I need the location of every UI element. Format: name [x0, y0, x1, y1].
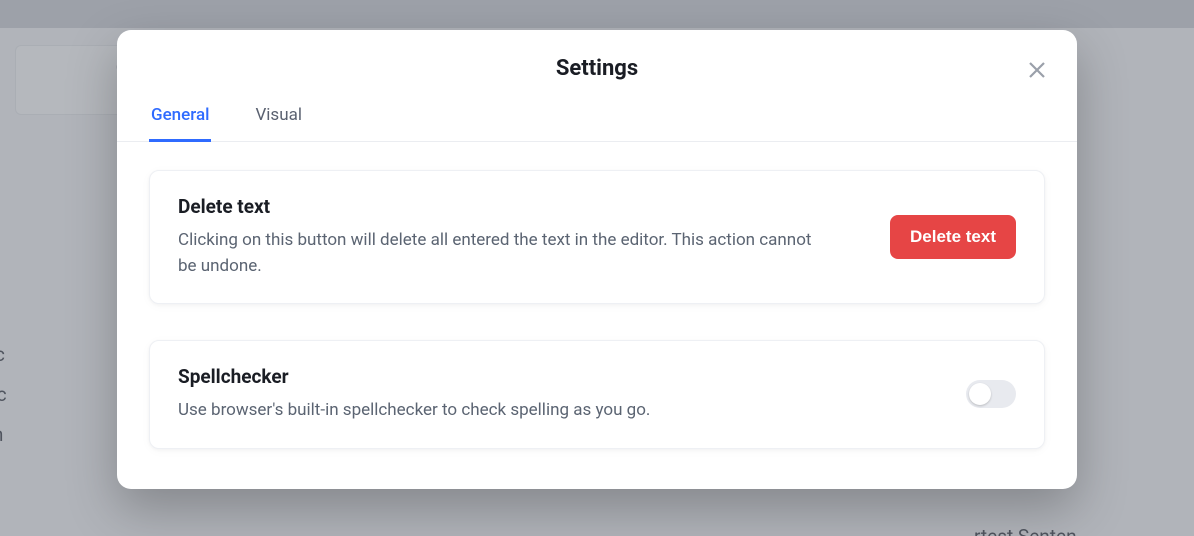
spellchecker-info: Spellchecker Use browser's built-in spel… — [178, 365, 938, 424]
tab-general[interactable]: General — [149, 105, 211, 142]
panel-area: Delete text Clicking on this button will… — [117, 142, 1077, 449]
spellchecker-description: Use browser's built-in spellchecker to c… — [178, 398, 818, 424]
delete-text-description: Clicking on this button will delete all … — [178, 228, 818, 279]
close-icon — [1028, 61, 1046, 79]
modal-title: Settings — [117, 56, 1077, 81]
settings-modal: Settings General Visual Delete text Clic… — [117, 30, 1077, 489]
spellchecker-heading: Spellchecker — [178, 365, 938, 388]
delete-text-panel: Delete text Clicking on this button will… — [149, 170, 1045, 304]
delete-text-heading: Delete text — [178, 195, 862, 218]
delete-text-info: Delete text Clicking on this button will… — [178, 195, 862, 279]
tab-visual[interactable]: Visual — [253, 105, 303, 142]
spellchecker-toggle[interactable] — [966, 380, 1016, 408]
spellchecker-panel: Spellchecker Use browser's built-in spel… — [149, 340, 1045, 449]
delete-text-button[interactable]: Delete text — [890, 215, 1016, 259]
tabs: General Visual — [117, 105, 1077, 142]
modal-header: Settings — [117, 30, 1077, 99]
toggle-knob — [969, 383, 991, 405]
close-button[interactable] — [1025, 58, 1049, 82]
